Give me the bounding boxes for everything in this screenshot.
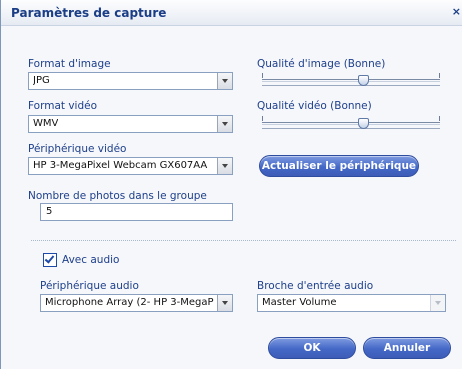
chevron-down-icon (430, 295, 445, 311)
with-audio-checkbox[interactable] (43, 253, 57, 267)
chevron-down-icon[interactable] (217, 295, 232, 311)
video-quality-slider[interactable] (262, 115, 440, 131)
refresh-device-button[interactable]: Actualiser le périphérique (259, 155, 419, 177)
audio-device-value: Microphone Array (2- HP 3-MegaP (45, 297, 214, 308)
with-audio-label: Avec audio (62, 254, 120, 266)
capture-settings-dialog: Paramètres de capture × Format d'image J… (0, 0, 462, 369)
slider-tick (439, 116, 440, 121)
slider-baseline (262, 128, 440, 129)
image-quality-slider[interactable] (262, 72, 440, 88)
video-format-value: WMV (33, 118, 59, 129)
chevron-down-icon[interactable] (217, 158, 232, 174)
audio-input-label: Broche d'entrée audio (257, 280, 374, 292)
ok-button[interactable]: OK (268, 337, 356, 359)
audio-device-label: Périphérique audio (40, 280, 139, 292)
cancel-button[interactable]: Annuler (363, 337, 451, 359)
slider-tick (439, 73, 440, 78)
photo-count-input[interactable]: 5 (40, 203, 233, 221)
video-quality-label: Qualité vidéo (Bonne) (257, 100, 372, 112)
image-quality-label-text: Qualité d'image (257, 58, 341, 70)
video-format-select[interactable]: WMV (28, 115, 233, 133)
photo-count-value: 5 (46, 206, 53, 217)
slider-tick (262, 73, 263, 78)
image-quality-label: Qualité d'image (Bonne) (257, 58, 385, 70)
image-format-value: JPG (33, 75, 50, 86)
dialog-title: Paramètres de capture (11, 6, 167, 20)
section-divider (31, 240, 456, 241)
audio-device-select[interactable]: Microphone Array (2- HP 3-MegaP (40, 294, 233, 312)
chevron-down-icon[interactable] (217, 73, 232, 89)
slider-track (262, 122, 440, 125)
image-format-select[interactable]: JPG (28, 72, 233, 90)
slider-baseline (262, 85, 440, 86)
audio-input-value: Master Volume (262, 297, 337, 308)
video-quality-label-text: Qualité vidéo (257, 100, 327, 112)
checkmark-icon (44, 253, 55, 264)
video-device-label: Périphérique vidéo (28, 143, 127, 155)
video-quality-level: (Bonne) (330, 100, 372, 112)
chevron-down-icon[interactable] (217, 116, 232, 132)
slider-track (262, 79, 440, 82)
audio-input-select: Master Volume (257, 294, 446, 312)
video-device-value: HP 3-MegaPixel Webcam GX607AA (33, 160, 208, 171)
image-format-label: Format d'image (28, 58, 111, 70)
photo-count-label: Nombre de photos dans le groupe (28, 190, 207, 202)
close-icon[interactable]: × (452, 5, 461, 18)
video-device-select[interactable]: HP 3-MegaPixel Webcam GX607AA (28, 157, 233, 175)
video-format-label: Format vidéo (28, 100, 98, 112)
title-bar: Paramètres de capture × (1, 0, 462, 26)
slider-tick (262, 116, 263, 121)
image-quality-level: (Bonne) (343, 58, 386, 70)
